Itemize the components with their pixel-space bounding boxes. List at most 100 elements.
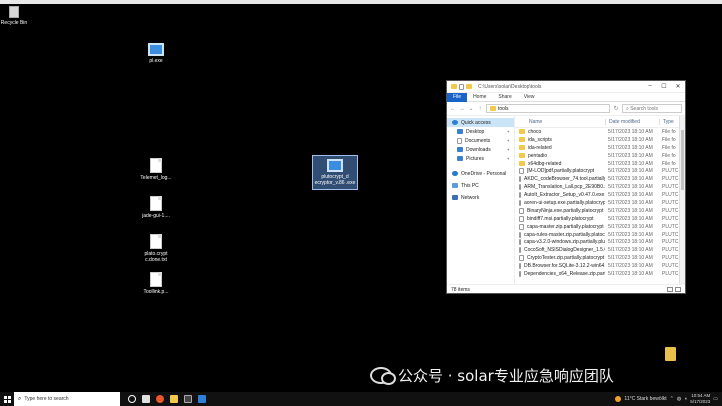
- table-row[interactable]: pentadio 5/17/2023 18:10 AM File fo: [515, 152, 679, 160]
- nav-this-pc[interactable]: This PC: [447, 181, 514, 190]
- column-header-date[interactable]: Date modified: [605, 118, 659, 125]
- file-icon: [519, 223, 524, 230]
- vertical-scrollbar[interactable]: [679, 116, 685, 284]
- taskbar-search-box[interactable]: ⌕ Type here to search: [14, 392, 120, 406]
- desktop-icon-recycle-bin[interactable]: Recycle Bin: [0, 6, 36, 26]
- desktop-folder-icon[interactable]: [665, 347, 676, 361]
- file-name: capa-v3.2.0-windows.zip.partially.plutoc…: [524, 239, 605, 246]
- column-header-name[interactable]: Name: [515, 119, 605, 125]
- date-modified-cell: 5/17/2023 18:10 AM: [608, 192, 653, 199]
- task-view-icon[interactable]: [128, 395, 136, 403]
- desktop-icon-jade-gui[interactable]: jade-gui-1....: [134, 196, 178, 219]
- type-cell: File fo: [662, 136, 676, 143]
- pin-icon: ✦: [506, 138, 510, 143]
- nav-desktop[interactable]: Desktop ✦: [447, 127, 514, 136]
- weather-icon[interactable]: [615, 396, 622, 402]
- table-row[interactable]: ida_scripts 5/17/2023 18:10 AM File fo: [515, 136, 679, 144]
- nav-onedrive[interactable]: OneDrive - Personal: [447, 169, 514, 178]
- item-count: 78 items: [451, 286, 470, 293]
- table-row[interactable]: BinaryNinja.exe.partially.platocrypt 5/17…: [515, 207, 679, 215]
- file-icon: [519, 215, 524, 222]
- new-folder-icon[interactable]: [466, 84, 472, 89]
- table-row[interactable]: x64dbg-related 5/17/2023 18:10 AM File fo: [515, 160, 679, 168]
- properties-icon[interactable]: [459, 83, 464, 90]
- refresh-icon[interactable]: ↻: [613, 105, 619, 112]
- chevron-down-icon[interactable]: ⌄: [468, 105, 474, 112]
- table-row[interactable]: choco 5/17/2023 18:10 AM File fo: [515, 128, 679, 136]
- type-cell: PLUTC: [662, 270, 679, 277]
- address-bar[interactable]: tools: [486, 104, 610, 113]
- file-name: aoren-ui-setup.exe.partially.platocrypt: [524, 199, 605, 206]
- date-modified-cell: 5/17/2023 18:10 AM: [608, 247, 653, 254]
- tab-share[interactable]: Share: [492, 94, 517, 100]
- search-input[interactable]: ⌕ Search tools: [622, 104, 682, 113]
- file-name: AKDC_codeBrowser_74.tool.partially.pl...: [524, 176, 605, 183]
- table-row[interactable]: DB.Browser.for.SQLite-3.12.2-win64.msi..…: [515, 262, 679, 270]
- nav-downloads[interactable]: Downloads ✦: [447, 145, 514, 154]
- file-icon: [150, 196, 162, 211]
- large-icons-view-icon[interactable]: [675, 287, 681, 292]
- up-arrow-icon[interactable]: ↑: [477, 106, 483, 112]
- firefox-icon[interactable]: [156, 395, 164, 403]
- file-icon: [519, 199, 521, 206]
- clock[interactable]: 10:54 AM 5/17/2023: [690, 393, 710, 405]
- forward-arrow-icon[interactable]: →: [459, 106, 465, 112]
- maximize-icon[interactable]: ☐: [657, 83, 671, 90]
- table-row[interactable]: aoren-ui-setup.exe.partially.platocrypt 5…: [515, 199, 679, 207]
- nav-network[interactable]: Network: [447, 193, 514, 202]
- table-row[interactable]: capa-v3.2.0-windows.zip.partially.plutoc…: [515, 238, 679, 246]
- table-row[interactable]: AutoIt_Extractor_Setup_v0.47.0.exe.parti…: [515, 191, 679, 199]
- mail-icon[interactable]: [198, 395, 206, 403]
- desktop-icon-toollink[interactable]: Toollink.p...: [134, 272, 178, 295]
- nav-pictures[interactable]: Pictures ✦: [447, 154, 514, 163]
- desktop-icon-plutocrypt-decryptor[interactable]: plutocrypt_d ecryptor_v.86 .exe: [312, 155, 358, 190]
- column-header-type[interactable]: Type: [659, 118, 679, 125]
- table-row[interactable]: CryptoTester.zip.partially.platocrypt 5/1…: [515, 254, 679, 262]
- app-icon[interactable]: [142, 395, 150, 403]
- file-name: AutoIt_Extractor_Setup_v0.47.0.exe.parti…: [524, 192, 605, 199]
- file-name: capa-master.zip.partially.platocrypt: [527, 223, 604, 230]
- table-row[interactable]: ida-related 5/17/2023 18:10 AM File fo: [515, 144, 679, 152]
- date-modified-cell: 5/17/2023 18:10 AM: [608, 144, 653, 151]
- file-explorer-taskbar-icon[interactable]: [170, 395, 178, 403]
- volume-icon[interactable]: ◖: [684, 396, 687, 402]
- desktop-icon-label: plato.crypt c.done.txt: [144, 251, 168, 263]
- scrollbar-thumb[interactable]: [681, 130, 684, 190]
- file-name: ida_scripts: [528, 136, 552, 143]
- notifications-icon[interactable]: ▭: [713, 396, 718, 402]
- tab-file[interactable]: File: [447, 92, 468, 102]
- desktop-icon-telemet-log[interactable]: Telemet_log...: [134, 158, 178, 181]
- back-arrow-icon[interactable]: ←: [450, 106, 456, 112]
- weather-text[interactable]: 11°C Stark bewölkt: [624, 396, 666, 402]
- minimize-icon[interactable]: –: [643, 83, 657, 90]
- top-window-strip: [0, 0, 722, 4]
- chevron-up-icon[interactable]: ⌃: [670, 396, 674, 402]
- desktop-icon-label: jade-gui-1....: [142, 213, 170, 219]
- nav-documents[interactable]: Documents ✦: [447, 136, 514, 145]
- navigation-pane: Quick access Desktop ✦ Documents ✦ Downl…: [447, 116, 515, 284]
- table-row[interactable]: capa-rules-master.zip.partially.platocry…: [515, 231, 679, 239]
- table-row[interactable]: AKDC_codeBrowser_74.tool.partially.pl...…: [515, 175, 679, 183]
- details-view-icon[interactable]: [667, 287, 673, 292]
- table-row[interactable]: Dependencies_x64_Release.zip.partially.p…: [515, 270, 679, 278]
- table-row[interactable]: CocoSoft_NSISDialogDesigner_1.5.0.exe.p.…: [515, 246, 679, 254]
- table-row[interactable]: bindiff7.msi.partially.platocrypt 5/17/20…: [515, 215, 679, 223]
- folder-icon: [519, 161, 525, 166]
- file-name: choco: [528, 128, 542, 135]
- tab-home[interactable]: Home: [467, 94, 492, 100]
- nav-label: OneDrive - Personal: [461, 170, 507, 177]
- table-row[interactable]: ARM_Translation_Lall.pcp_2E90B0.zip.p...…: [515, 183, 679, 191]
- table-row[interactable]: capa-master.zip.partially.platocrypt 5/17…: [515, 223, 679, 231]
- table-row[interactable]: [M-LOD]pdf.partially.platocrypt 5/17/2023…: [515, 167, 679, 175]
- tab-view[interactable]: View: [518, 94, 541, 100]
- close-icon[interactable]: ✕: [671, 83, 685, 90]
- desktop-icon-pl-exe[interactable]: pl.exe: [134, 43, 178, 64]
- window-title: C:\Users\solar\Desktop\tools: [478, 83, 542, 90]
- terminal-icon[interactable]: [184, 395, 192, 403]
- nav-quick-access[interactable]: Quick access: [447, 118, 514, 127]
- network-tray-icon[interactable]: ◍: [677, 396, 681, 402]
- start-button[interactable]: [0, 392, 14, 406]
- folder-icon: [519, 129, 525, 135]
- desktop-icon-label: pl.exe: [149, 58, 163, 64]
- desktop-icon-platocrypt-done[interactable]: plato.crypt c.done.txt: [134, 234, 178, 263]
